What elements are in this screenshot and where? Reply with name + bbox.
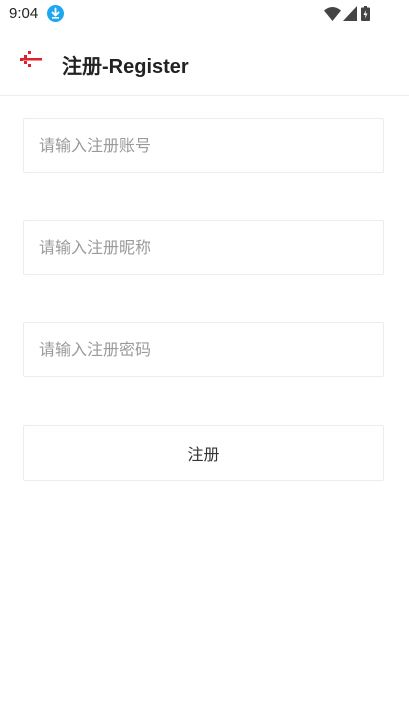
- password-field[interactable]: [23, 322, 384, 377]
- nickname-field[interactable]: [23, 220, 384, 275]
- download-icon: [47, 5, 64, 22]
- signal-icon: [343, 6, 357, 21]
- nickname-input[interactable]: [24, 221, 383, 274]
- register-button-label: 注册: [187, 445, 220, 464]
- page-title: 注册-Register: [62, 56, 189, 78]
- account-input[interactable]: [24, 119, 383, 172]
- account-field[interactable]: [23, 118, 384, 173]
- app-bar: 注册-Register: [0, 28, 409, 96]
- battery-icon: [361, 6, 370, 21]
- wifi-icon: [324, 7, 341, 21]
- status-icons: [324, 6, 379, 22]
- status-bar: 9:04: [0, 0, 409, 28]
- back-arrow-icon[interactable]: [19, 50, 43, 68]
- register-button[interactable]: 注册: [23, 425, 384, 481]
- password-input[interactable]: [24, 323, 383, 376]
- status-time: 9:04: [9, 5, 39, 22]
